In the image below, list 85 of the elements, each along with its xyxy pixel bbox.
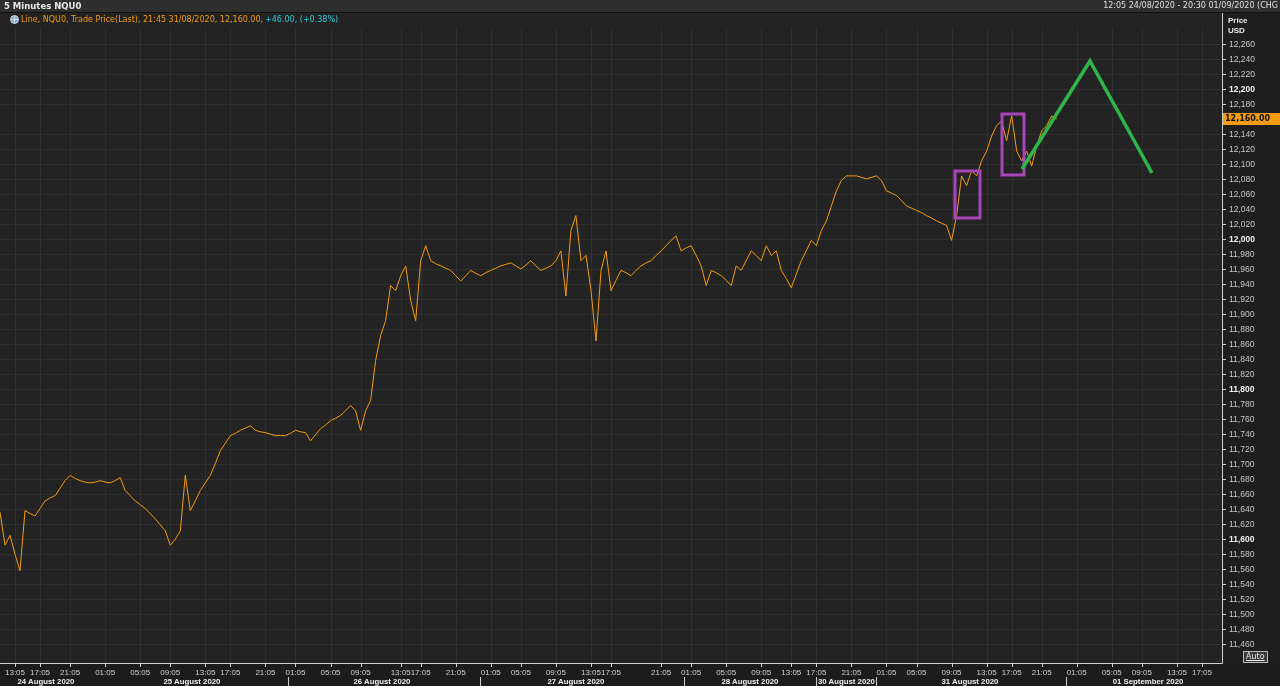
y-tick-label: 11,740 bbox=[1229, 429, 1255, 440]
x-tick-label: 21:05 bbox=[255, 668, 276, 677]
y-tick-label: 11,500 bbox=[1229, 609, 1255, 620]
x-tick-label: 17:05 bbox=[30, 668, 51, 677]
x-tick-label: 01:05 bbox=[681, 668, 702, 677]
x-tick-label: 05:05 bbox=[1101, 668, 1122, 677]
y-tick-label: 11,820 bbox=[1229, 369, 1255, 379]
y-tick-label: 11,460 bbox=[1229, 639, 1255, 650]
y-tick-label: 11,800 bbox=[1229, 384, 1255, 395]
x-tick-label: 21:05 bbox=[841, 668, 862, 677]
y-tick-label: 11,520 bbox=[1229, 594, 1255, 605]
y-tick-label: 11,960 bbox=[1229, 263, 1255, 274]
y-tick-label: 12,080 bbox=[1229, 173, 1255, 184]
y-tick-label: 11,840 bbox=[1229, 354, 1255, 364]
y-tick-label: 12,020 bbox=[1229, 218, 1255, 229]
x-tick-label: 01:05 bbox=[1066, 668, 1087, 677]
y-tick-label: 11,540 bbox=[1229, 579, 1255, 590]
y-tick-label: 12,240 bbox=[1229, 53, 1255, 64]
y-tick-label: 11,580 bbox=[1229, 549, 1255, 560]
x-tick-label: 05:05 bbox=[510, 668, 531, 677]
x-tick-label: 13:05 bbox=[1166, 668, 1187, 677]
x-tick-label: 01:05 bbox=[95, 668, 116, 677]
date-range: 12:05 24/08/2020 - 20:30 01/09/2020 (CHG bbox=[1103, 0, 1278, 12]
x-tick-label: 17:05 bbox=[601, 668, 621, 677]
x-tick-label: 09:05 bbox=[941, 668, 962, 677]
y-tick-label: 12,140 bbox=[1229, 128, 1255, 139]
x-tick-label: 17:05 bbox=[220, 668, 241, 677]
x-tick-label: 09:05 bbox=[350, 668, 371, 677]
x-tick-label: 17:05 bbox=[1191, 668, 1212, 677]
y-tick-label: 11,780 bbox=[1229, 399, 1255, 410]
x-tick-label: 05:05 bbox=[320, 668, 341, 677]
x-tick-label: 01:05 bbox=[480, 668, 501, 677]
axis-title: Price bbox=[1228, 16, 1248, 25]
globe-icon bbox=[10, 15, 19, 24]
y-tick-label: 11,560 bbox=[1229, 564, 1255, 575]
x-tick-label: 17:05 bbox=[806, 668, 827, 677]
x-tick-label: 09:05 bbox=[160, 668, 181, 677]
x-tick-label: 13:05 bbox=[195, 668, 216, 677]
x-tick-label: 05:05 bbox=[716, 668, 737, 677]
x-tick-label: 21:05 bbox=[651, 668, 672, 677]
y-tick-label: 12,220 bbox=[1229, 68, 1255, 79]
y-tick-label: 12,040 bbox=[1229, 203, 1255, 214]
y-tick-label: 11,920 bbox=[1229, 293, 1255, 304]
x-tick-label: 17:05 bbox=[1001, 668, 1022, 677]
y-tick-label: 11,860 bbox=[1229, 339, 1255, 349]
x-tick-label: 13:05 bbox=[580, 668, 601, 677]
y-tick-label: 12,000 bbox=[1229, 233, 1255, 244]
y-tick-label: 11,600 bbox=[1229, 534, 1255, 545]
y-tick-label: 11,660 bbox=[1229, 489, 1255, 500]
y-tick-label: 11,620 bbox=[1229, 519, 1255, 530]
x-tick-label: 21:05 bbox=[445, 668, 466, 677]
x-tick-label: 01:05 bbox=[876, 668, 897, 677]
x-tick-label: 05:05 bbox=[906, 668, 927, 677]
y-tick-label: 12,260 bbox=[1229, 38, 1255, 49]
y-tick-label: 11,900 bbox=[1229, 309, 1255, 319]
x-tick-label: 17:05 bbox=[410, 668, 431, 677]
x-tick-label: 21:05 bbox=[60, 668, 81, 677]
x-tick-label: 13:05 bbox=[390, 668, 411, 677]
y-tick-label: 12,200 bbox=[1229, 83, 1255, 94]
y-tick-label: 11,760 bbox=[1229, 414, 1255, 425]
x-tick-label: 21:05 bbox=[1031, 668, 1052, 677]
y-tick-label: 11,880 bbox=[1229, 324, 1255, 334]
y-tick-label: 12,060 bbox=[1229, 188, 1255, 199]
x-tick-label: 09:05 bbox=[751, 668, 772, 677]
axis-unit: USD bbox=[1228, 26, 1245, 35]
y-tick-label: 11,680 bbox=[1229, 474, 1255, 485]
y-tick-label: 11,640 bbox=[1229, 504, 1255, 515]
x-tick-label: 09:05 bbox=[1131, 668, 1152, 677]
y-tick-label: 12,100 bbox=[1229, 158, 1255, 169]
y-tick-label: 11,980 bbox=[1229, 248, 1255, 259]
x-tick-label: 09:05 bbox=[545, 668, 566, 677]
y-tick-label: 11,480 bbox=[1229, 624, 1255, 635]
x-tick-label: 01:05 bbox=[285, 668, 306, 677]
y-tick-label: 11,700 bbox=[1229, 459, 1255, 470]
y-tick-label: 11,720 bbox=[1229, 444, 1255, 455]
x-tick-label: 13:05 bbox=[976, 668, 997, 677]
y-tick-label: 11,940 bbox=[1229, 278, 1255, 289]
x-tick-label: 13:05 bbox=[781, 668, 802, 677]
y-tick-label: 12,180 bbox=[1229, 98, 1255, 109]
y-tick-label: 12,120 bbox=[1229, 143, 1255, 154]
x-tick-label: 13:05 bbox=[5, 668, 26, 677]
x-tick-label: 05:05 bbox=[130, 668, 151, 677]
chart-title: 5 Minutes NQU0 bbox=[4, 0, 82, 12]
auto-button[interactable]: Auto bbox=[1243, 651, 1268, 663]
legend-text: Line, NQU0, Trade Price(Last), 21:45 31/08/2020, 12,160.00, +46.00, (+0.38%) bbox=[10, 15, 339, 24]
